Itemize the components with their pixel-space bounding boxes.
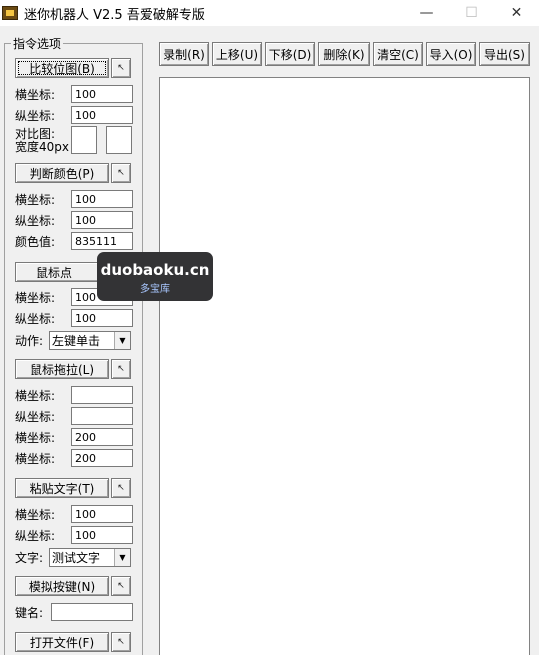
- color-x-input[interactable]: 100: [71, 190, 133, 208]
- drag-x1-label: 横坐标:: [15, 388, 56, 403]
- dropdown-arrow-icon: ▼: [114, 548, 130, 566]
- command-options-group: 指令选项 比较位图(B) ↖ 横坐标: 100 纵坐标: 100 对比图: 宽度…: [4, 35, 143, 655]
- color-value-row: 颜色值: 835111: [15, 231, 133, 251]
- clear-button[interactable]: 清空(C): [373, 42, 423, 66]
- drag-y1-row: 纵坐标:: [15, 406, 133, 426]
- watermark-subtext: 多宝库: [140, 284, 170, 295]
- drag-x1-input[interactable]: [71, 386, 133, 404]
- click-y-row: 纵坐标: 100: [15, 308, 133, 328]
- move-up-button[interactable]: 上移(U): [212, 42, 262, 66]
- color-y-input[interactable]: 100: [71, 211, 133, 229]
- drag-x2-input[interactable]: 200: [71, 428, 133, 446]
- color-value-input[interactable]: 835111: [71, 232, 133, 250]
- pick-drag-button[interactable]: ↖: [111, 359, 131, 379]
- window-controls: — ☐ ✕: [404, 0, 539, 26]
- compare-image-box-2[interactable]: [106, 126, 132, 154]
- compare-y-row: 纵坐标: 100: [15, 105, 133, 125]
- open-file-button[interactable]: 打开文件(F): [15, 632, 109, 652]
- mouse-drag-row: 鼠标拖拉(L) ↖: [15, 359, 131, 379]
- cursor-arrow-icon: ↖: [117, 63, 125, 73]
- cursor-arrow-icon: ↖: [117, 637, 125, 647]
- drag-y2-label: 横坐标:: [15, 451, 56, 466]
- compare-image-button[interactable]: 比较位图(B): [15, 58, 109, 78]
- record-button[interactable]: 录制(R): [159, 42, 209, 66]
- paste-y-row: 纵坐标: 100: [15, 525, 133, 545]
- compare-image-label-line2: 宽度40px: [15, 140, 69, 154]
- mouse-drag-button[interactable]: 鼠标拖拉(L): [15, 359, 109, 379]
- pick-key-button[interactable]: ↖: [111, 576, 131, 596]
- compare-x-label: 横坐标:: [15, 87, 56, 102]
- paste-text-select[interactable]: 测试文字 ▼: [49, 547, 131, 567]
- mouse-click-button[interactable]: 鼠标点: [15, 262, 109, 282]
- paste-text-value-row: 文字: 测试文字 ▼: [15, 547, 131, 567]
- export-button[interactable]: 导出(S): [479, 42, 530, 66]
- key-name-label: 键名:: [15, 605, 44, 620]
- compare-image-box-1[interactable]: [71, 126, 97, 154]
- import-button[interactable]: 导入(O): [426, 42, 476, 66]
- check-color-row: 判断颜色(P) ↖: [15, 163, 131, 183]
- click-action-row: 动作: 左键单击 ▼: [15, 330, 131, 350]
- command-list[interactable]: [159, 77, 530, 655]
- click-x-label: 横坐标:: [15, 290, 56, 305]
- color-y-label: 纵坐标:: [15, 213, 56, 228]
- paste-text-row: 粘贴文字(T) ↖: [15, 478, 131, 498]
- compare-image-row: 比较位图(B) ↖: [15, 58, 131, 78]
- paste-y-label: 纵坐标:: [15, 528, 56, 543]
- key-name-row: 键名:: [15, 602, 133, 622]
- watermark: duobaoku.cn 多宝库: [97, 252, 213, 301]
- close-button[interactable]: ✕: [494, 0, 539, 26]
- click-action-value: 左键单击: [52, 333, 101, 348]
- cursor-arrow-icon: ↖: [117, 483, 125, 493]
- color-y-row: 纵坐标: 100: [15, 210, 133, 230]
- title-bar: 迷你机器人 V2.5 吾爱破解专版 — ☐ ✕: [0, 0, 539, 26]
- drag-x2-row: 横坐标: 200: [15, 427, 133, 447]
- move-down-button[interactable]: 下移(D): [265, 42, 315, 66]
- click-action-select[interactable]: 左键单击 ▼: [49, 330, 131, 350]
- pick-point-button[interactable]: ↖: [111, 58, 131, 78]
- paste-x-label: 横坐标:: [15, 507, 56, 522]
- mouse-click-row: 鼠标点: [15, 262, 109, 282]
- drag-y2-input[interactable]: 200: [71, 449, 133, 467]
- paste-x-row: 横坐标: 100: [15, 504, 133, 524]
- maximize-button[interactable]: ☐: [449, 0, 494, 26]
- group-legend: 指令选项: [11, 35, 64, 52]
- compare-x-row: 横坐标: 100: [15, 84, 133, 104]
- drag-x2-label: 横坐标:: [15, 430, 56, 445]
- compare-y-input[interactable]: 100: [71, 106, 133, 124]
- cursor-arrow-icon: ↖: [117, 364, 125, 374]
- color-value-label: 颜色值:: [15, 234, 56, 249]
- color-x-row: 横坐标: 100: [15, 189, 133, 209]
- paste-text-value: 测试文字: [52, 550, 101, 565]
- drag-x1-row: 横坐标:: [15, 385, 133, 405]
- paste-y-input[interactable]: 100: [71, 526, 133, 544]
- cursor-arrow-icon: ↖: [117, 581, 125, 591]
- open-file-row: 打开文件(F) ↖: [15, 632, 131, 652]
- simulate-key-row: 模拟按键(N) ↖: [15, 576, 131, 596]
- minimize-button[interactable]: —: [404, 0, 449, 26]
- check-color-button[interactable]: 判断颜色(P): [15, 163, 109, 183]
- key-name-input[interactable]: [51, 603, 133, 621]
- app-icon: [2, 6, 18, 20]
- drag-y2-row: 横坐标: 200: [15, 448, 133, 468]
- paste-text-button[interactable]: 粘贴文字(T): [15, 478, 109, 498]
- compare-image-label: 对比图: 宽度40px: [15, 128, 69, 154]
- watermark-text: duobaoku.cn: [100, 261, 210, 279]
- dropdown-arrow-icon: ▼: [114, 331, 130, 349]
- click-y-label: 纵坐标:: [15, 311, 56, 326]
- compare-y-label: 纵坐标:: [15, 108, 56, 123]
- paste-x-input[interactable]: 100: [71, 505, 133, 523]
- window-title: 迷你机器人 V2.5 吾爱破解专版: [24, 7, 205, 23]
- click-y-input[interactable]: 100: [71, 309, 133, 327]
- pick-color-button[interactable]: ↖: [111, 163, 131, 183]
- simulate-key-button[interactable]: 模拟按键(N): [15, 576, 109, 596]
- cursor-arrow-icon: ↖: [117, 168, 125, 178]
- drag-y1-input[interactable]: [71, 407, 133, 425]
- color-x-label: 横坐标:: [15, 192, 56, 207]
- drag-y1-label: 纵坐标:: [15, 409, 56, 424]
- delete-button[interactable]: 删除(K): [318, 42, 370, 66]
- compare-x-input[interactable]: 100: [71, 85, 133, 103]
- pick-text-point-button[interactable]: ↖: [111, 478, 131, 498]
- pick-file-button[interactable]: ↖: [111, 632, 131, 652]
